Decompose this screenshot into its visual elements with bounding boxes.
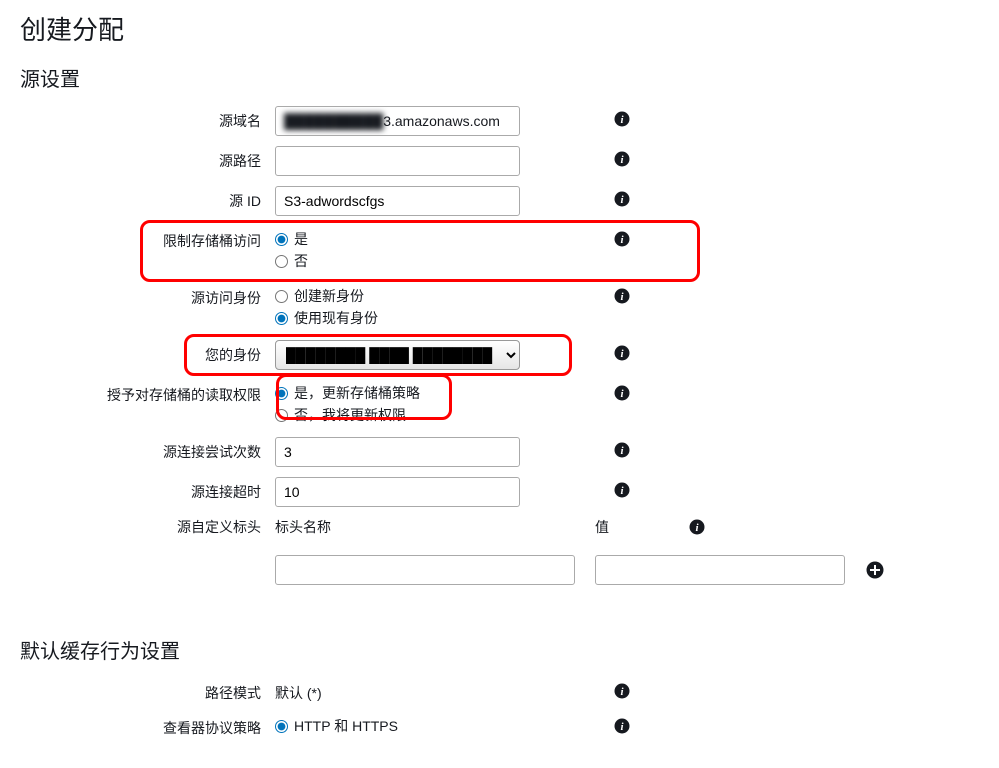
restrict-bucket-no[interactable]: 否 bbox=[275, 251, 520, 271]
origin-path-row: 源路径 i bbox=[20, 146, 979, 176]
viewer-protocol-label: 查看器协议策略 bbox=[20, 713, 275, 738]
info-icon[interactable]: i bbox=[614, 288, 630, 304]
oai-label: 源访问身份 bbox=[20, 283, 275, 308]
add-header-icon[interactable] bbox=[866, 561, 884, 579]
header-value-input[interactable] bbox=[595, 555, 845, 585]
conn-attempts-row: 源连接尝试次数 i bbox=[20, 437, 979, 467]
custom-headers-row: 源自定义标头 标头名称 值 i bbox=[20, 517, 979, 537]
viewer-protocol-row: 查看器协议策略 HTTP 和 HTTPS i bbox=[20, 713, 979, 738]
origin-path-input[interactable] bbox=[275, 146, 520, 176]
restrict-bucket-yes[interactable]: 是 bbox=[275, 229, 520, 249]
info-icon[interactable]: i bbox=[614, 231, 630, 247]
your-identity-row: 您的身份 ████████ ████ ████████ i bbox=[20, 340, 979, 370]
grant-read-no[interactable]: 否，我将更新权限 bbox=[275, 405, 520, 425]
header-name-col-label: 标头名称 bbox=[275, 517, 595, 537]
info-icon[interactable]: i bbox=[614, 385, 630, 401]
cache-behavior-section: 默认缓存行为设置 路径模式 默认 (*) i 查看器协议策略 HTTP 和 HT… bbox=[20, 635, 979, 738]
origin-id-input[interactable] bbox=[275, 186, 520, 216]
header-name-input[interactable] bbox=[275, 555, 575, 585]
info-icon[interactable]: i bbox=[689, 519, 705, 535]
origin-domain-label: 源域名 bbox=[20, 106, 275, 131]
oai-create-new[interactable]: 创建新身份 bbox=[275, 286, 520, 306]
restrict-bucket-label: 限制存储桶访问 bbox=[20, 226, 275, 251]
page-title: 创建分配 bbox=[20, 10, 979, 47]
info-icon[interactable]: i bbox=[614, 151, 630, 167]
custom-headers-label: 源自定义标头 bbox=[20, 517, 275, 537]
header-value-col-label: 值 bbox=[595, 517, 609, 537]
info-icon[interactable]: i bbox=[614, 111, 630, 127]
cache-behavior-heading: 默认缓存行为设置 bbox=[20, 635, 979, 664]
info-icon[interactable]: i bbox=[614, 482, 630, 498]
origin-path-label: 源路径 bbox=[20, 146, 275, 171]
info-icon[interactable]: i bbox=[614, 683, 630, 699]
origin-settings-heading: 源设置 bbox=[20, 63, 979, 92]
info-icon[interactable]: i bbox=[614, 718, 630, 734]
origin-id-label: 源 ID bbox=[20, 186, 275, 211]
conn-timeout-label: 源连接超时 bbox=[20, 477, 275, 502]
conn-attempts-label: 源连接尝试次数 bbox=[20, 437, 275, 462]
origin-settings-section: 源设置 源域名 ██████████3.amazonaws.com i 源路径 … bbox=[20, 63, 979, 585]
info-icon[interactable]: i bbox=[614, 191, 630, 207]
custom-header-input-row bbox=[20, 555, 979, 585]
grant-read-row: 授予对存储桶的读取权限 是，更新存储桶策略 否，我将更新权限 i bbox=[20, 380, 979, 427]
info-icon[interactable]: i bbox=[614, 442, 630, 458]
your-identity-label: 您的身份 bbox=[20, 340, 275, 365]
restrict-bucket-row: 限制存储桶访问 是 否 i bbox=[20, 226, 979, 273]
origin-domain-input[interactable]: ██████████3.amazonaws.com bbox=[275, 106, 520, 136]
conn-timeout-row: 源连接超时 i bbox=[20, 477, 979, 507]
conn-attempts-input[interactable] bbox=[275, 437, 520, 467]
oai-use-existing[interactable]: 使用现有身份 bbox=[275, 308, 520, 328]
conn-timeout-input[interactable] bbox=[275, 477, 520, 507]
info-icon[interactable]: i bbox=[614, 345, 630, 361]
origin-domain-row: 源域名 ██████████3.amazonaws.com i bbox=[20, 106, 979, 136]
viewer-protocol-http-https[interactable]: HTTP 和 HTTPS bbox=[275, 716, 520, 736]
oai-row: 源访问身份 创建新身份 使用现有身份 i bbox=[20, 283, 979, 330]
origin-id-row: 源 ID i bbox=[20, 186, 979, 216]
your-identity-select[interactable]: ████████ ████ ████████ bbox=[275, 340, 520, 370]
grant-read-yes[interactable]: 是，更新存储桶策略 bbox=[275, 383, 520, 403]
grant-read-label: 授予对存储桶的读取权限 bbox=[20, 380, 275, 405]
